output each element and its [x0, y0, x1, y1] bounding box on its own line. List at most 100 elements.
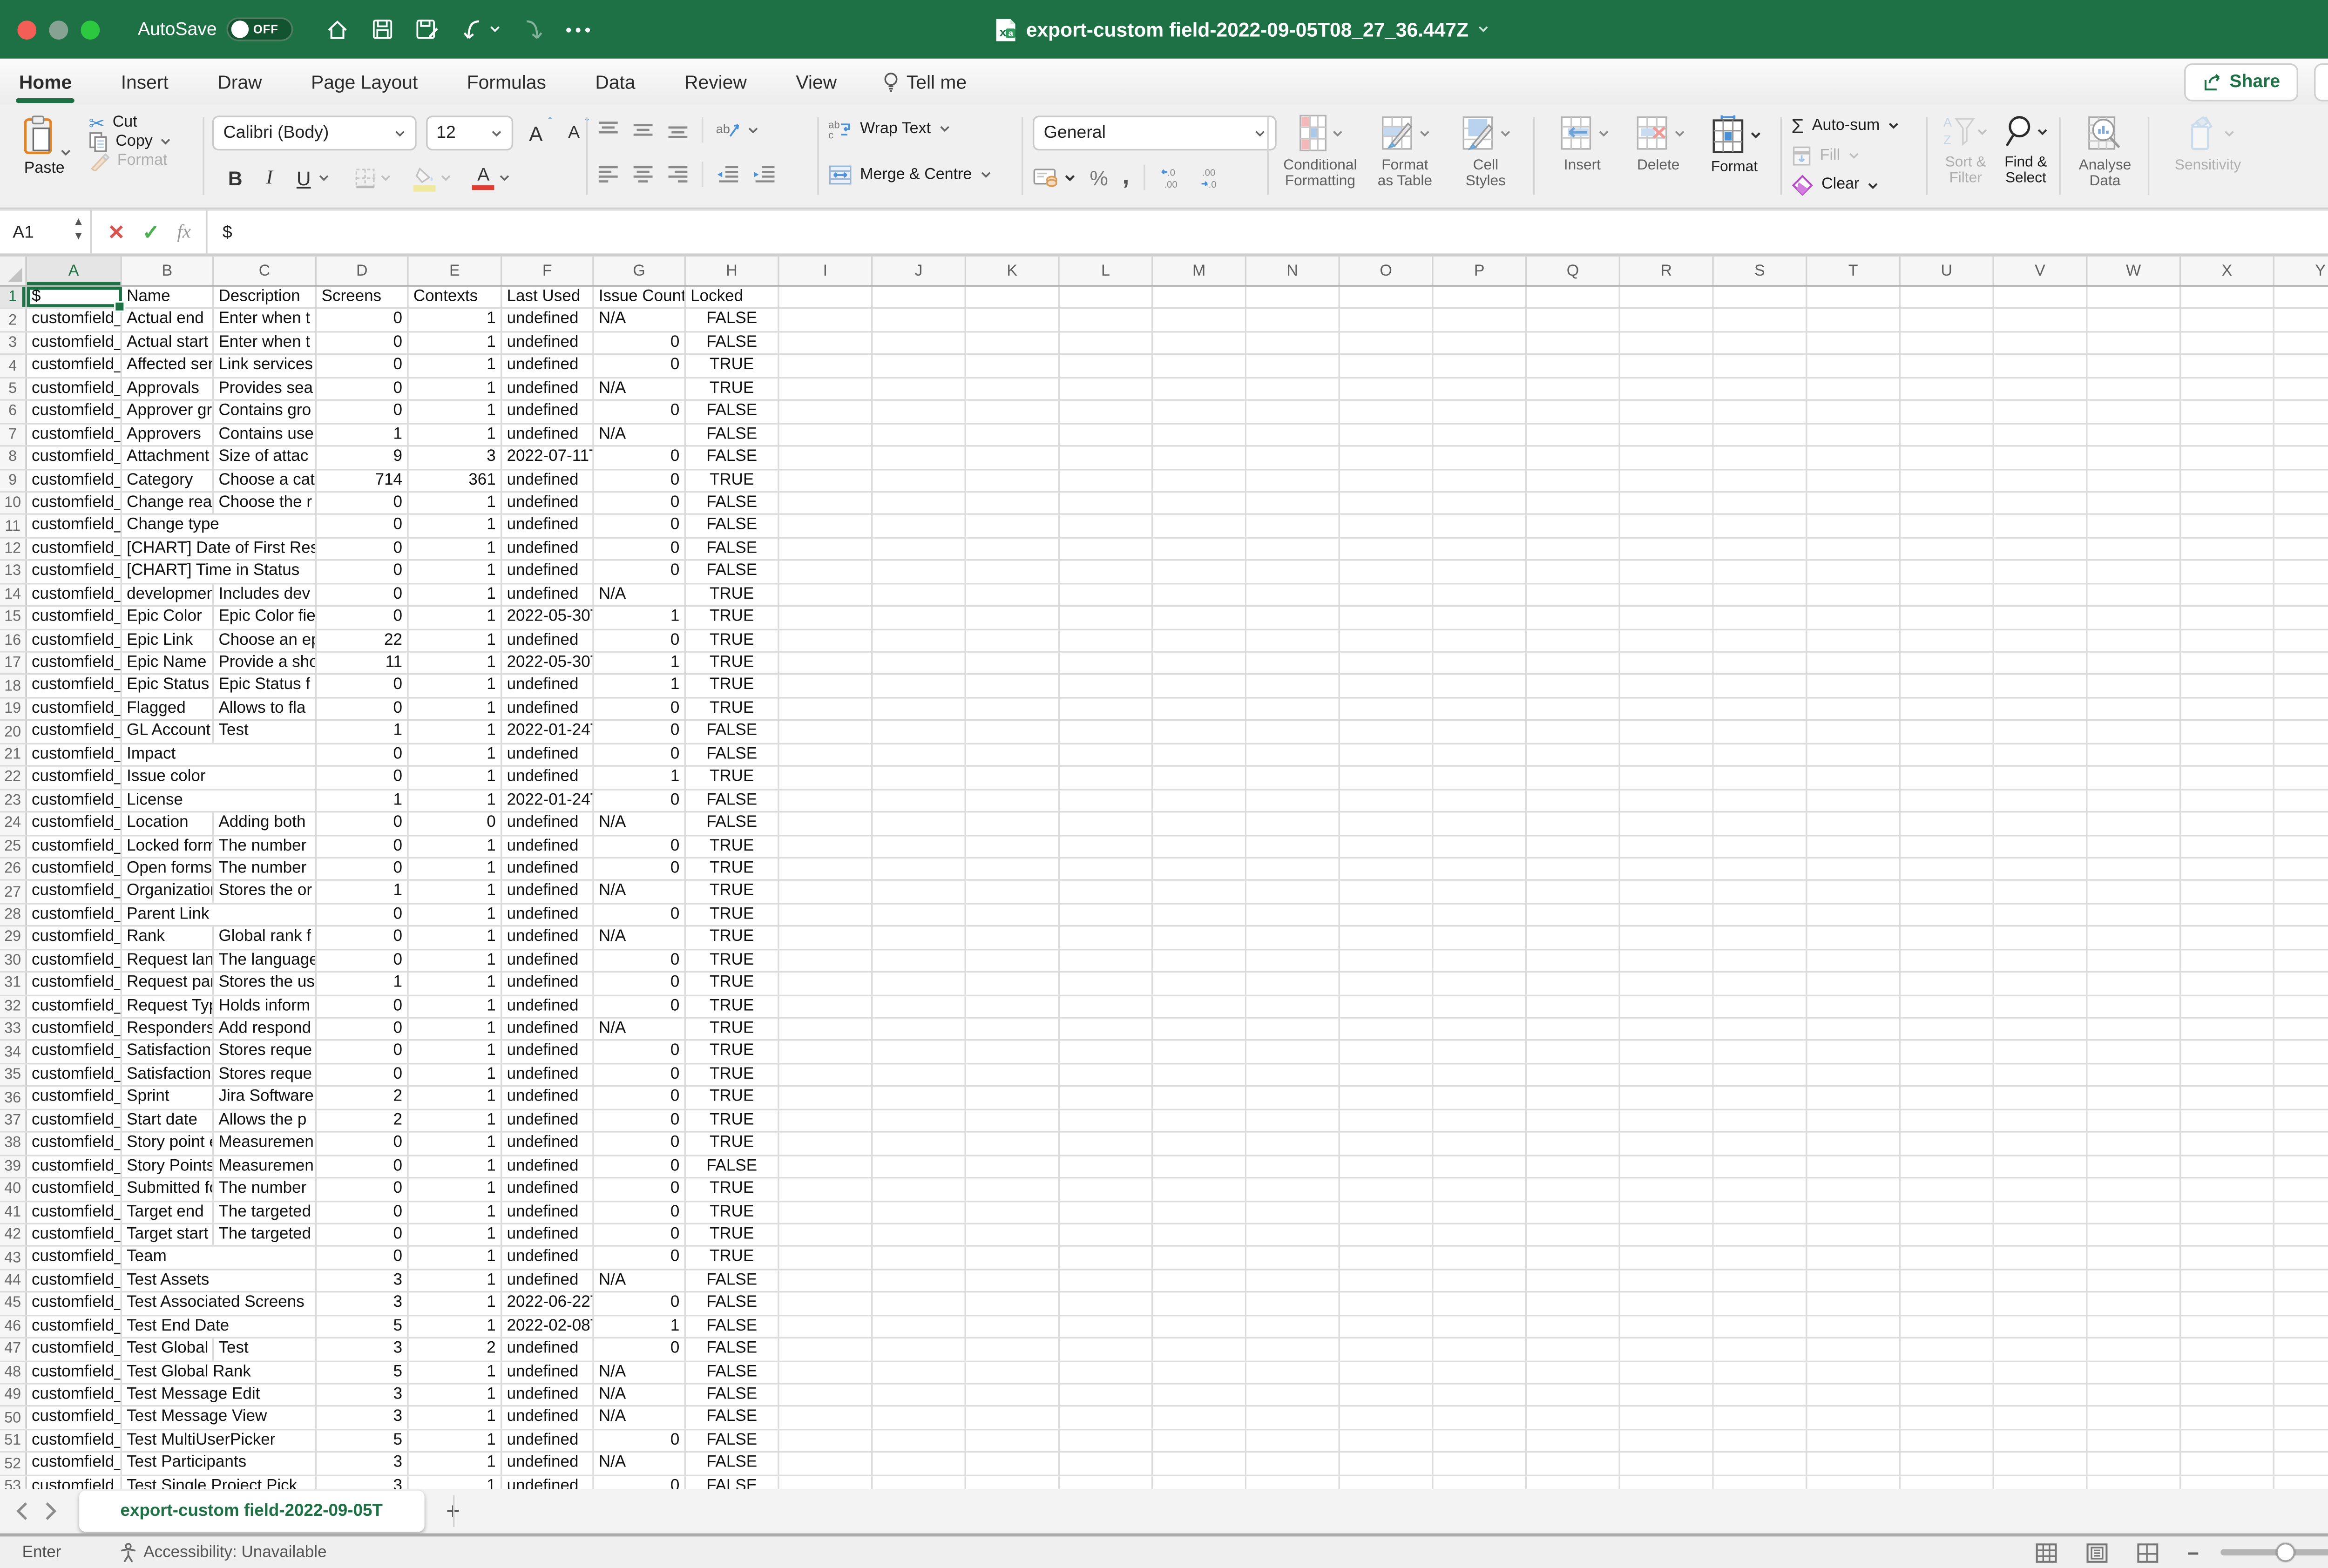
- empty-cells[interactable]: [779, 1316, 2328, 1337]
- zoom-slider[interactable]: [2221, 1549, 2328, 1555]
- cell-G52[interactable]: N/A: [594, 1453, 686, 1474]
- cell-E23[interactable]: 1: [409, 790, 502, 811]
- cell-E36[interactable]: 1: [409, 1087, 502, 1108]
- cell-E22[interactable]: 1: [409, 767, 502, 788]
- cell-styles-button[interactable]: CellStyles: [1446, 105, 1525, 189]
- cell-H10[interactable]: FALSE: [686, 493, 779, 514]
- row-header-14[interactable]: 14: [0, 584, 27, 605]
- empty-cells[interactable]: [779, 698, 2328, 720]
- cell-G11[interactable]: 0: [594, 515, 686, 537]
- row-header-26[interactable]: 26: [0, 858, 27, 880]
- cell-H33[interactable]: TRUE: [686, 1019, 779, 1040]
- cell-F13[interactable]: undefined: [502, 561, 594, 582]
- cell-H21[interactable]: FALSE: [686, 744, 779, 765]
- cell-F41[interactable]: undefined: [502, 1202, 594, 1223]
- tab-data[interactable]: Data: [592, 64, 639, 99]
- align-middle-icon[interactable]: [632, 121, 654, 140]
- empty-cells[interactable]: [779, 1224, 2328, 1246]
- cell-H19[interactable]: TRUE: [686, 698, 779, 720]
- row-header-3[interactable]: 3: [0, 332, 27, 354]
- cell-F46[interactable]: 2022-02-08T: [502, 1316, 594, 1337]
- cell-F50[interactable]: undefined: [502, 1407, 594, 1429]
- empty-cells[interactable]: [779, 1133, 2328, 1154]
- column-header-L[interactable]: L: [1060, 257, 1153, 285]
- select-all-corner[interactable]: [0, 257, 27, 285]
- empty-cells[interactable]: [779, 1476, 2328, 1489]
- cell-C10[interactable]: Choose the r: [214, 493, 317, 514]
- cell-H49[interactable]: FALSE: [686, 1385, 779, 1406]
- cell-D49[interactable]: 3: [317, 1385, 408, 1406]
- cell-H51[interactable]: FALSE: [686, 1430, 779, 1452]
- cell-H46[interactable]: FALSE: [686, 1316, 779, 1337]
- cell-F35[interactable]: undefined: [502, 1064, 594, 1086]
- cell-C25[interactable]: The number: [214, 836, 317, 857]
- cell-B2[interactable]: Actual end: [122, 310, 214, 331]
- cell-F11[interactable]: undefined: [502, 515, 594, 537]
- cell-A16[interactable]: customfield_: [27, 630, 122, 651]
- cell-A42[interactable]: customfield_: [27, 1224, 122, 1246]
- cell-F53[interactable]: undefined: [502, 1476, 594, 1489]
- cell-D23[interactable]: 1: [317, 790, 408, 811]
- normal-view-icon[interactable]: [2035, 1542, 2057, 1562]
- cell-F30[interactable]: undefined: [502, 950, 594, 971]
- cell-G13[interactable]: 0: [594, 561, 686, 582]
- cell-B1[interactable]: Name: [122, 287, 214, 308]
- cell-F4[interactable]: undefined: [502, 355, 594, 377]
- cell-A43[interactable]: customfield_: [27, 1247, 122, 1269]
- row-header-32[interactable]: 32: [0, 996, 27, 1017]
- cell-E34[interactable]: 1: [409, 1041, 502, 1063]
- cell-H26[interactable]: TRUE: [686, 858, 779, 880]
- cell-B33[interactable]: Responders: [122, 1019, 214, 1040]
- cell-F12[interactable]: undefined: [502, 538, 594, 560]
- empty-cells[interactable]: [779, 470, 2328, 491]
- cell-H15[interactable]: TRUE: [686, 607, 779, 629]
- cell-H11[interactable]: FALSE: [686, 515, 779, 537]
- cell-F19[interactable]: undefined: [502, 698, 594, 720]
- cell-G25[interactable]: 0: [594, 836, 686, 857]
- clear-button[interactable]: Clear: [1791, 174, 1924, 196]
- cell-H22[interactable]: TRUE: [686, 767, 779, 788]
- empty-cells[interactable]: [779, 1064, 2328, 1086]
- cell-G22[interactable]: 1: [594, 767, 686, 788]
- page-layout-view-icon[interactable]: [2086, 1542, 2108, 1562]
- cell-H3[interactable]: FALSE: [686, 332, 779, 354]
- cell-B6[interactable]: Approver gro: [122, 401, 214, 422]
- cell-A35[interactable]: customfield_: [27, 1064, 122, 1086]
- cell-C29[interactable]: Global rank f: [214, 927, 317, 948]
- row-header-9[interactable]: 9: [0, 470, 27, 491]
- row-header-31[interactable]: 31: [0, 973, 27, 994]
- cell-C39[interactable]: Measuremen: [214, 1156, 317, 1177]
- cell-B34[interactable]: Satisfaction: [122, 1041, 214, 1063]
- empty-cells[interactable]: [779, 996, 2328, 1017]
- cell-E25[interactable]: 1: [409, 836, 502, 857]
- cell-B30[interactable]: Request lang: [122, 950, 214, 971]
- cell-A25[interactable]: customfield_: [27, 836, 122, 857]
- cell-B28[interactable]: Parent Link: [122, 904, 317, 926]
- column-header-K[interactable]: K: [966, 257, 1060, 285]
- cell-D12[interactable]: 0: [317, 538, 408, 560]
- cell-G30[interactable]: 0: [594, 950, 686, 971]
- cell-D36[interactable]: 2: [317, 1087, 408, 1108]
- cell-G9[interactable]: 0: [594, 470, 686, 491]
- empty-cells[interactable]: [779, 607, 2328, 629]
- cell-G16[interactable]: 0: [594, 630, 686, 651]
- cell-B29[interactable]: Rank: [122, 927, 214, 948]
- cell-D29[interactable]: 0: [317, 927, 408, 948]
- cell-G3[interactable]: 0: [594, 332, 686, 354]
- zoom-out-button[interactable]: −: [2187, 1541, 2199, 1564]
- cancel-entry-button[interactable]: ✕: [108, 219, 125, 244]
- cell-A21[interactable]: customfield_: [27, 744, 122, 765]
- row-header-25[interactable]: 25: [0, 836, 27, 857]
- empty-cells[interactable]: [779, 767, 2328, 788]
- empty-cells[interactable]: [779, 401, 2328, 422]
- cell-E20[interactable]: 1: [409, 721, 502, 743]
- cell-G47[interactable]: 0: [594, 1338, 686, 1360]
- cell-E15[interactable]: 1: [409, 607, 502, 629]
- decrease-font-size-button[interactable]: Aˇ: [568, 123, 580, 142]
- cell-B22[interactable]: Issue color: [122, 767, 317, 788]
- cell-G34[interactable]: 0: [594, 1041, 686, 1063]
- cell-G21[interactable]: 0: [594, 744, 686, 765]
- cell-E46[interactable]: 1: [409, 1316, 502, 1337]
- name-box-stepper[interactable]: ▲▼: [73, 216, 84, 244]
- cell-E38[interactable]: 1: [409, 1133, 502, 1154]
